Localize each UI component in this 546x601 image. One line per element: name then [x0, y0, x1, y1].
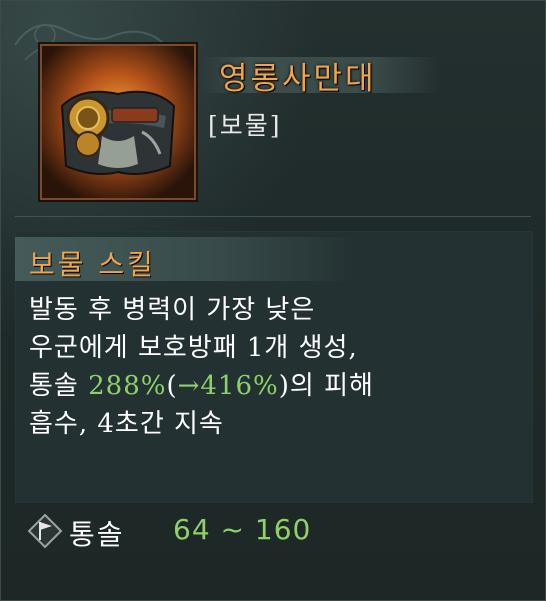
item-name: 영롱사만대	[219, 61, 377, 97]
skill-desc-line-2: 우군에게 보호방패 1개 생성,	[29, 333, 358, 363]
skill-desc-paren-open: (	[166, 371, 178, 401]
item-tooltip: 영롱사만대 [보물] 보물 스킬 발동 후 병력이 가장 낮은 우군에게 보호방…	[0, 0, 546, 601]
skill-upgrade-value: →416%	[177, 371, 279, 401]
stat-row: 통솔 64 ~ 160	[27, 509, 527, 551]
divider	[15, 216, 531, 217]
stat-value: 64 ~ 160	[173, 513, 312, 546]
skill-desc-stat: 통솔	[29, 371, 89, 401]
skill-desc-line-3: 통솔 288%(→416%)의 피해	[29, 367, 529, 405]
command-flag-icon	[27, 513, 63, 549]
skill-base-value: 288%	[88, 371, 167, 401]
skill-label: 보물 스킬	[29, 248, 156, 281]
item-icon-frame	[40, 44, 196, 200]
skill-desc-line-4: 흡수, 4초간 지속	[29, 409, 224, 439]
item-type: [보물]	[208, 111, 282, 140]
treasure-belt-icon	[42, 46, 194, 198]
skill-description: 발동 후 병력이 가장 낮은 우군에게 보호방패 1개 생성, 통솔 288%(…	[29, 291, 529, 443]
stat-name: 통솔	[69, 518, 125, 551]
skill-desc-line-1: 발동 후 병력이 가장 낮은	[29, 295, 316, 325]
skill-desc-suffix: )의 피해	[278, 371, 374, 401]
